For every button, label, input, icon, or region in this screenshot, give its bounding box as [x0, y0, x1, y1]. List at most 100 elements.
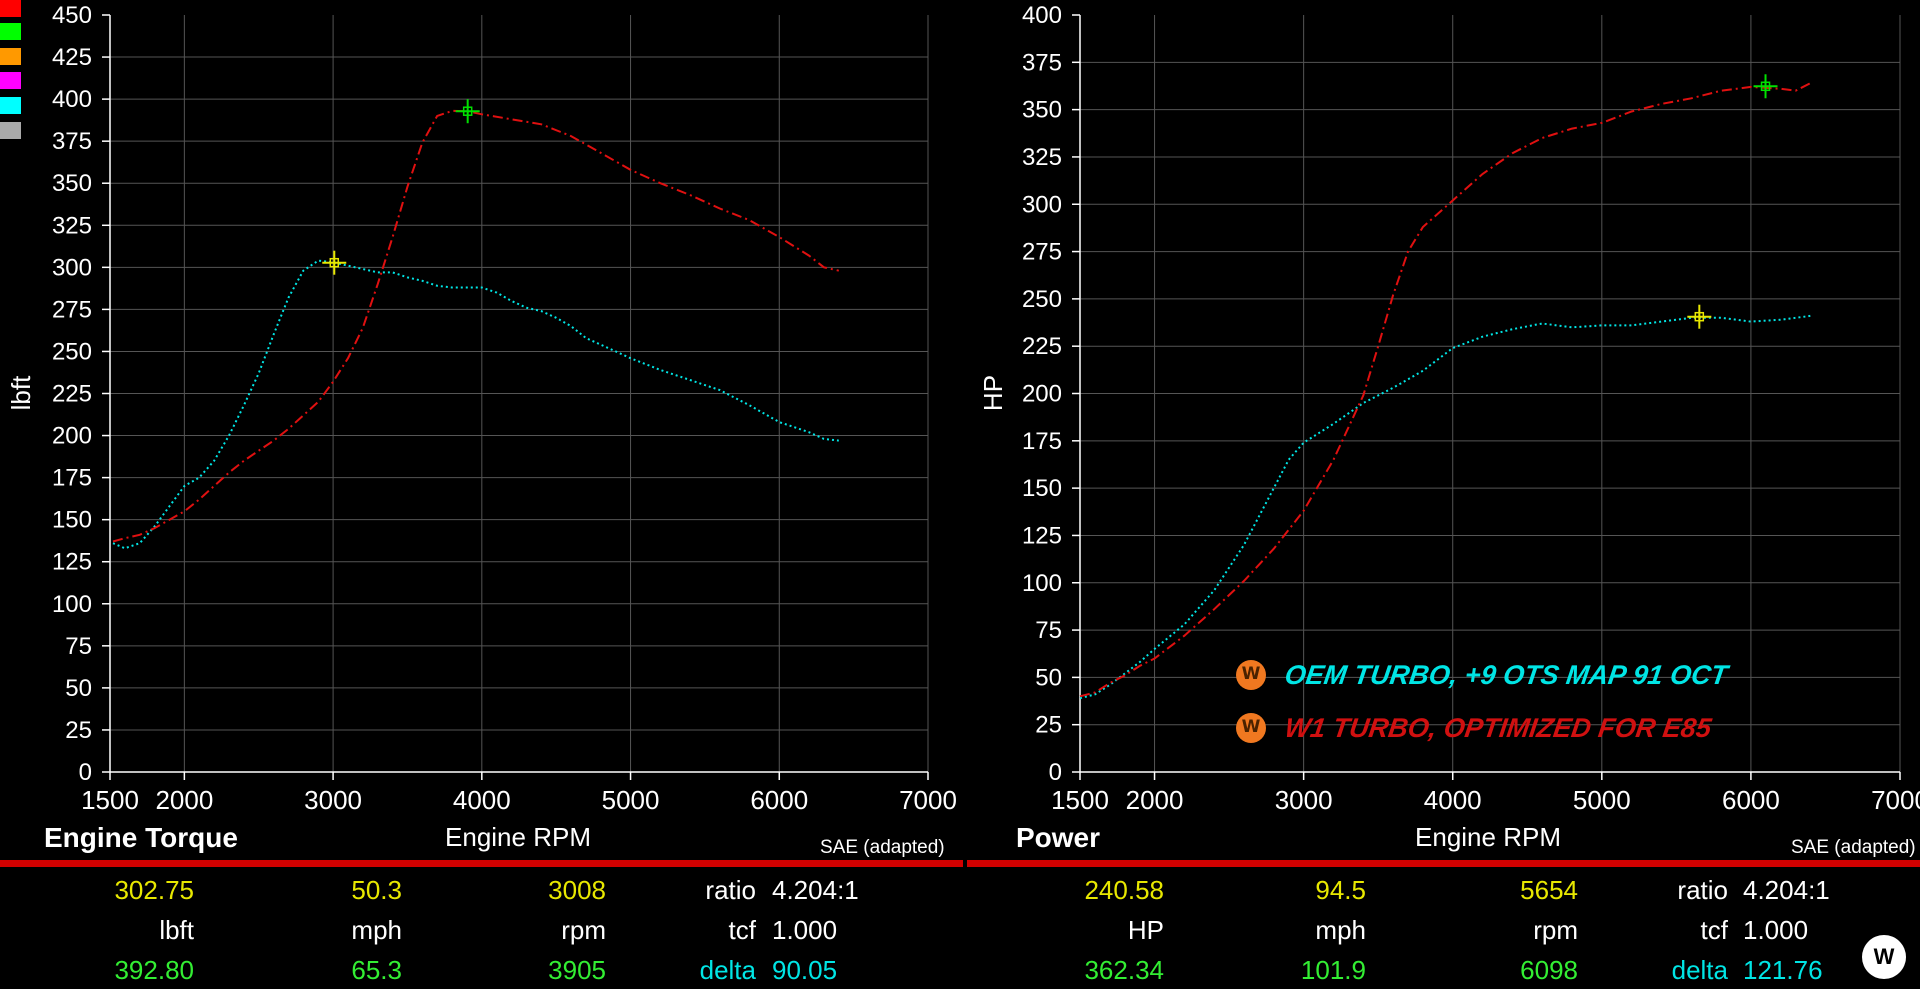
y-axis-label: HP: [978, 375, 1008, 411]
y-tick-label: 250: [1022, 286, 1062, 313]
y-tick-label: 75: [1035, 617, 1062, 644]
y-tick-label: 150: [52, 507, 92, 534]
tcf-value: 1.000: [1743, 915, 1809, 945]
torque-panel-title: Engine Torque: [44, 822, 238, 853]
y-tick-label: 350: [52, 170, 92, 197]
ratio-value: 4.204:1: [1743, 875, 1830, 905]
y-tick-label: 50: [1035, 664, 1062, 691]
x-tick-label: 3000: [1275, 785, 1333, 815]
tcf-label: tcf: [1700, 915, 1728, 945]
y-tick-label: 0: [1049, 759, 1062, 786]
peak-marker: [1753, 74, 1778, 99]
delta-value: 121.76: [1743, 955, 1823, 985]
series-line-oem: [112, 259, 839, 550]
y-tick-label: 375: [52, 128, 92, 155]
power-value-w1: 362.34: [1084, 955, 1164, 985]
speed-value-oem: 94.5: [1315, 875, 1366, 905]
y-tick-label: 225: [52, 381, 92, 408]
y-tick-label: 275: [1022, 239, 1062, 266]
y-tick-label: 300: [1022, 191, 1062, 218]
x-tick-label: 6000: [750, 785, 808, 815]
x-tick-label: 5000: [1573, 785, 1631, 815]
torque-unit: lbft: [159, 915, 194, 945]
rpm-unit: rpm: [561, 915, 606, 945]
legend-w-logo-icon: [1236, 713, 1266, 743]
ratio-value: 4.204:1: [772, 875, 859, 905]
speed-value-w1: 101.9: [1300, 955, 1366, 985]
delta-label: delta: [699, 955, 756, 985]
y-tick-label: 0: [79, 759, 92, 786]
tcf-label: tcf: [728, 915, 756, 945]
power-sae-note: SAE (adapted): [1791, 837, 1916, 858]
tcf-value: 1.000: [772, 915, 838, 945]
y-tick-label: 150: [1022, 475, 1062, 502]
torque-plot-area: 0 25 50 75 100 125 150 175 200 225 250 275 300 325 350…: [6, 2, 957, 852]
power-panel-title: Power: [1016, 822, 1101, 853]
x-tick-label: 4000: [1424, 785, 1482, 815]
y-tick-label: 350: [1022, 97, 1062, 124]
y-tick-label: 75: [65, 633, 92, 660]
x-axis-label: Engine RPM: [1415, 822, 1561, 852]
y-tick-label: 100: [52, 591, 92, 618]
x-tick-label: 4000: [453, 785, 511, 815]
rpm-value-oem: 3008: [548, 875, 606, 905]
delta-value: 90.05: [772, 955, 838, 985]
y-tick-label: 425: [52, 44, 92, 71]
y-tick-label: 200: [1022, 381, 1062, 408]
delta-label: delta: [1671, 955, 1728, 985]
y-tick-label: 175: [1022, 428, 1062, 455]
series-line-w1: [112, 109, 840, 543]
speed-unit: mph: [1315, 915, 1366, 945]
y-tick-label: 225: [1022, 333, 1062, 360]
peak-marker: [455, 99, 480, 124]
x-tick-label: 3000: [304, 785, 362, 815]
speed-unit: mph: [351, 915, 402, 945]
y-tick-label: 200: [52, 423, 92, 450]
y-tick-label: 50: [65, 675, 92, 702]
ratio-label: ratio: [1677, 875, 1728, 905]
x-tick-label: 1500: [1051, 785, 1109, 815]
x-tick-label: 1500: [81, 785, 139, 815]
y-tick-label: 400: [1022, 2, 1062, 29]
y-tick-label: 125: [1022, 522, 1062, 549]
x-tick-label: 7000: [899, 785, 957, 815]
legend-w1-turbo: W1 TURBO, OPTIMIZED FOR E85: [1282, 713, 1714, 743]
y-tick-label: 275: [52, 296, 92, 323]
x-tick-label: 7000: [1871, 785, 1920, 815]
speed-value-oem: 50.3: [351, 875, 402, 905]
series-line-w1: [1079, 82, 1811, 698]
legend-w-logo-icon: [1236, 660, 1266, 690]
x-axis-label: Engine RPM: [445, 822, 591, 852]
y-tick-label: 325: [52, 212, 92, 239]
y-tick-label: 25: [1035, 712, 1062, 739]
power-value-oem: 240.58: [1084, 875, 1164, 905]
y-tick-label: 300: [52, 254, 92, 281]
dyno-chart-screen: 0 25 50 75 100 125 150 175 200 225 250 275 300 325 350…: [0, 0, 1920, 989]
x-tick-label: 2000: [155, 785, 213, 815]
y-tick-label: 400: [52, 86, 92, 113]
rpm-unit: rpm: [1533, 915, 1578, 945]
y-tick-label: 450: [52, 2, 92, 29]
rpm-value-oem: 5654: [1520, 875, 1578, 905]
legend-oem-turbo: OEM TURBO, +9 OTS MAP 91 OCT: [1282, 660, 1730, 690]
peak-marker: [322, 250, 347, 275]
y-axis-label: lbft: [6, 375, 36, 410]
peak-marker: [1687, 304, 1712, 329]
y-tick-label: 175: [52, 465, 92, 492]
y-tick-label: 375: [1022, 49, 1062, 76]
speed-value-w1: 65.3: [351, 955, 402, 985]
x-tick-label: 5000: [602, 785, 660, 815]
ratio-label: ratio: [705, 875, 756, 905]
torque-value-oem: 302.75: [114, 875, 194, 905]
rpm-value-w1: 6098: [1520, 955, 1578, 985]
x-tick-label: 6000: [1722, 785, 1780, 815]
w-logo-icon: W: [1862, 935, 1906, 979]
y-tick-label: 250: [52, 338, 92, 365]
series-line-oem: [1079, 314, 1811, 700]
torque-value-w1: 392.80: [114, 955, 194, 985]
rpm-value-w1: 3905: [548, 955, 606, 985]
x-tick-label: 2000: [1126, 785, 1184, 815]
power-divider: [967, 860, 1920, 867]
power-unit: HP: [1127, 915, 1164, 945]
torque-divider: [0, 860, 963, 867]
